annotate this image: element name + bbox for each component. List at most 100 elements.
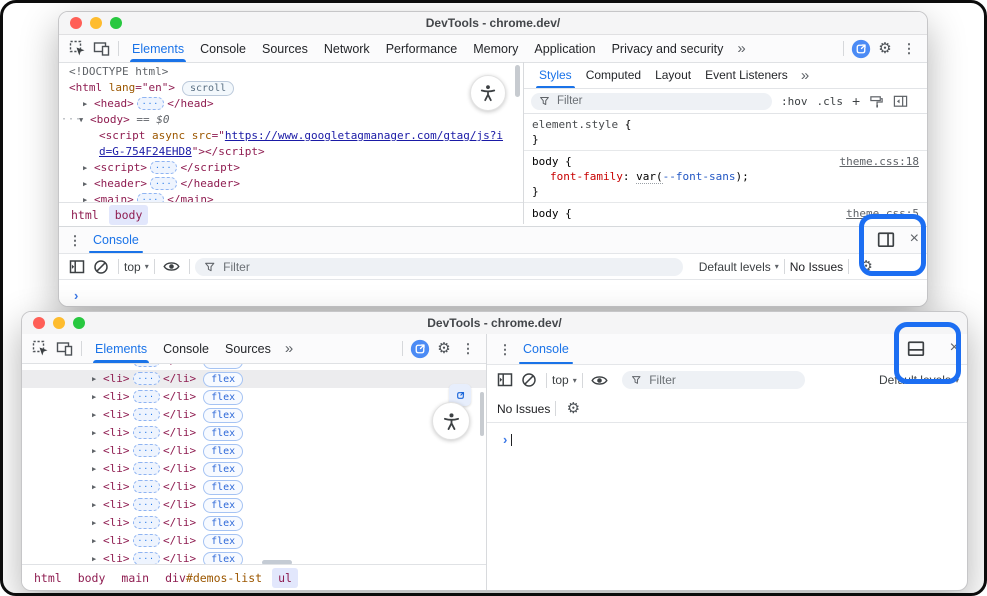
settings-gear-icon[interactable]: ⚙: [432, 337, 456, 361]
style-rule-element[interactable]: element.style { }: [524, 114, 927, 151]
flex-badge[interactable]: flex: [203, 462, 243, 477]
gtag-url-link[interactable]: d=G-754F24EHD8: [99, 145, 192, 158]
log-levels-selector[interactable]: Default levels▾: [699, 260, 779, 274]
more-tools-kebab-icon[interactable]: ⋮: [493, 337, 517, 361]
toggle-element-state-button[interactable]: :hov: [781, 95, 808, 108]
clear-console-icon[interactable]: [89, 255, 113, 279]
dom-node-main[interactable]: ▶<main>···</main>: [59, 192, 523, 202]
pane-divider[interactable]: [486, 334, 487, 590]
flex-badge[interactable]: flex: [203, 408, 243, 423]
style-rule-body-5[interactable]: theme.css:5 body {: [524, 203, 927, 224]
console-sidebar-icon[interactable]: [65, 255, 89, 279]
expand-arrow-icon[interactable]: ▶: [83, 192, 94, 202]
toggle-sidebar-panel-icon[interactable]: [893, 94, 908, 109]
console-filter-input[interactable]: [221, 259, 674, 275]
more-options-kebab-icon[interactable]: ⋮: [897, 37, 921, 61]
inline-expand-button[interactable]: ···: [133, 390, 160, 403]
more-tabs-icon[interactable]: »: [795, 67, 815, 84]
dom-node-li[interactable]: ▶<li>···</li>flex: [22, 550, 486, 564]
console-settings-gear-icon[interactable]: ⚙: [561, 397, 585, 421]
inspect-element-icon[interactable]: [28, 337, 52, 361]
tab-application[interactable]: Application: [526, 35, 603, 62]
issues-counter[interactable]: No Issues: [497, 402, 550, 416]
clear-console-icon[interactable]: [517, 368, 541, 392]
inline-expand-button[interactable]: ···: [133, 462, 160, 475]
gtag-url-link[interactable]: https://www.googletagmanager.com/gtag/js…: [225, 129, 503, 142]
dom-node-script-gtag[interactable]: <script async src="https://www.googletag…: [59, 128, 523, 144]
console-prompt-row[interactable]: ›: [59, 280, 927, 305]
inline-expand-button[interactable]: ···: [133, 372, 160, 385]
expand-arrow-icon[interactable]: ▶: [92, 442, 103, 460]
inline-expand-button[interactable]: ···: [133, 480, 160, 493]
tab-event-listeners[interactable]: Event Listeners: [698, 62, 795, 88]
pane-divider[interactable]: [523, 62, 524, 224]
live-expression-eye-icon[interactable]: [160, 255, 184, 279]
minimize-window-button[interactable]: [90, 17, 102, 29]
more-options-kebab-icon[interactable]: ⋮: [456, 337, 480, 361]
expand-arrow-icon[interactable]: ▶: [92, 514, 103, 532]
dom-node-li[interactable]: ▶<li>···</li>flex: [22, 370, 486, 388]
zoom-window-button[interactable]: [110, 17, 122, 29]
flex-badge[interactable]: flex: [203, 426, 243, 441]
close-panel-icon[interactable]: ×: [950, 340, 959, 356]
stylesheet-link[interactable]: theme.css:18: [840, 154, 919, 169]
scroll-badge[interactable]: scroll: [182, 81, 234, 96]
expand-arrow-icon[interactable]: ▶: [92, 550, 103, 564]
inline-expand-button[interactable]: ···: [133, 444, 160, 457]
dom-node-li[interactable]: ▶<li>···</li>flex: [22, 496, 486, 514]
tab-computed[interactable]: Computed: [579, 62, 648, 88]
dom-node-li[interactable]: ▶<li>···</li>flex: [22, 460, 486, 478]
log-levels-selector[interactable]: Default levels▾: [879, 373, 961, 387]
dom-tree-scrollbar[interactable]: [515, 65, 520, 97]
node-actions-dots[interactable]: ···: [61, 112, 82, 128]
flex-badge[interactable]: flex: [203, 444, 243, 459]
flex-badge[interactable]: flex: [203, 534, 243, 549]
breadcrumb-html[interactable]: html: [65, 205, 105, 225]
console-sidebar-icon[interactable]: [493, 368, 517, 392]
more-tabs-icon[interactable]: »: [731, 40, 751, 57]
flex-badge[interactable]: flex: [203, 390, 243, 405]
dom-tree-scrollbar[interactable]: [480, 392, 484, 436]
element-classes-button[interactable]: .cls: [817, 95, 844, 108]
rendering-emulation-icon[interactable]: [869, 94, 884, 109]
console-settings-gear-icon[interactable]: ⚙: [854, 255, 878, 279]
breadcrumb-body[interactable]: body: [109, 205, 149, 225]
issues-counter[interactable]: No Issues: [790, 260, 843, 274]
live-expression-eye-icon[interactable]: [588, 368, 612, 392]
dom-node-li[interactable]: ▶<li>···</li>flex: [22, 442, 486, 460]
inspect-element-icon[interactable]: [65, 37, 89, 61]
breadcrumb-div-demos-list[interactable]: div#demos-list: [159, 568, 268, 588]
dock-to-right-button[interactable]: [877, 231, 895, 249]
dom-node-script-gtag-wrap[interactable]: d=G-754F24EHD8"></script>: [59, 144, 523, 160]
tab-console[interactable]: Console: [155, 334, 217, 363]
tab-performance[interactable]: Performance: [378, 35, 466, 62]
inline-expand-button[interactable]: ···: [137, 97, 164, 110]
inline-expand-button[interactable]: ···: [150, 177, 177, 190]
console-prompt-row[interactable]: ›: [487, 423, 967, 447]
inline-expand-button[interactable]: ···: [133, 408, 160, 421]
tab-styles[interactable]: Styles: [532, 62, 579, 88]
tab-elements[interactable]: Elements: [87, 334, 155, 363]
styles-filter-pill[interactable]: [531, 93, 772, 110]
blue-badge-icon[interactable]: [849, 37, 873, 61]
new-style-rule-button[interactable]: +: [852, 93, 860, 109]
dom-node-script[interactable]: ▶<script>···</script>: [59, 160, 523, 176]
dom-node-li[interactable]: ▶<li>···</li>flex: [22, 514, 486, 532]
dom-node-body[interactable]: ···▼<body> == $0: [59, 112, 523, 128]
flex-badge[interactable]: flex: [203, 372, 243, 387]
titlebar[interactable]: DevTools - chrome.dev/: [59, 12, 927, 35]
inline-expand-button[interactable]: ···: [133, 534, 160, 547]
inline-expand-button[interactable]: ···: [133, 516, 160, 529]
tab-sources[interactable]: Sources: [217, 334, 279, 363]
tab-layout[interactable]: Layout: [648, 62, 698, 88]
expand-arrow-icon[interactable]: ▶: [92, 424, 103, 442]
expand-arrow-icon[interactable]: ▶: [83, 176, 94, 192]
inline-expand-button[interactable]: ···: [150, 161, 177, 174]
flex-badge[interactable]: flex: [203, 498, 243, 513]
breadcrumb-html[interactable]: html: [28, 568, 68, 588]
flex-badge[interactable]: flex: [203, 480, 243, 495]
close-window-button[interactable]: [33, 317, 45, 329]
dom-node-li[interactable]: ▶<li>···</li>flex: [22, 532, 486, 550]
device-toolbar-icon[interactable]: [89, 37, 113, 61]
tab-console[interactable]: Console: [192, 35, 254, 62]
